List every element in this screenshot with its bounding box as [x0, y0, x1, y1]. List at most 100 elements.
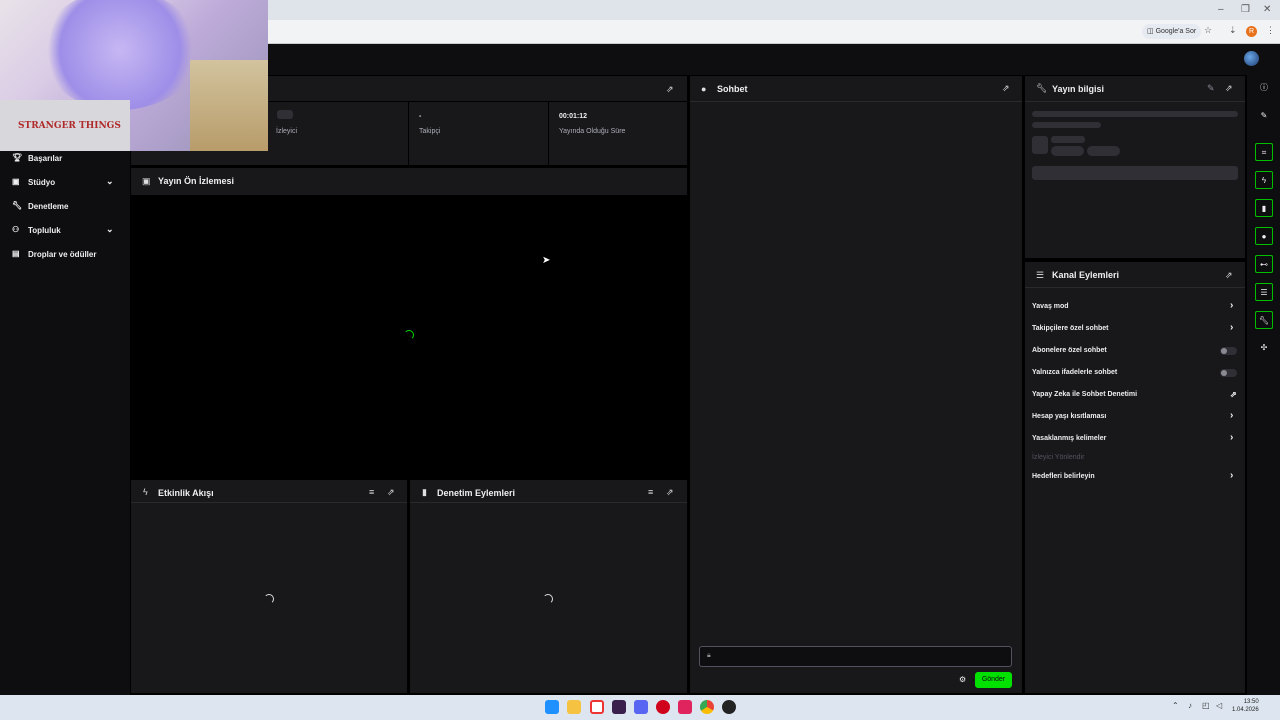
google-ask-button[interactable]: ◫ Google'a Sor	[1142, 24, 1202, 39]
action-label: Yapay Zeka ile Sohbet Denetimi	[1032, 391, 1138, 398]
minimize-icon[interactable]: –	[1218, 4, 1224, 15]
community-icon: ⚇	[12, 225, 20, 234]
microphone-icon[interactable]: ♪	[1188, 701, 1192, 710]
sidebar-item-label: Topluluk	[28, 226, 61, 235]
layers-icon[interactable]: ☰	[1255, 283, 1273, 301]
emote-only-toggle[interactable]	[1220, 369, 1237, 377]
left-sidebar: 🏆︎ Başarılar ▣ Stüdyo ⌄ 🔧︎ Denetleme ⚇ T…	[0, 75, 130, 695]
sidebar-item-label: Stüdyo	[28, 178, 56, 187]
popout-icon[interactable]: ⇗	[1002, 83, 1010, 94]
stream-info-title: Yayın bilgisi	[1052, 84, 1105, 94]
action-account-age[interactable]: Hesap yaşı kısıtlaması ›	[1032, 410, 1242, 424]
stream-info-panel: 🔧︎ Yayın bilgisi ✎ ⇗	[1025, 76, 1245, 258]
menu-icon[interactable]: ⋮	[1266, 25, 1275, 36]
google-ask-label: Google'a Sor	[1155, 28, 1197, 35]
activity-feed-panel: ϟ Etkinlik Akışı ≡ ⇗	[131, 480, 407, 693]
activity-feed-title: Etkinlik Akışı	[158, 488, 214, 498]
clock-time: 13:50	[1243, 699, 1259, 705]
user-avatar[interactable]	[1244, 51, 1259, 66]
chrome-icon[interactable]	[700, 700, 714, 714]
shield-icon[interactable]: ▮	[1255, 199, 1273, 217]
file-explorer-icon[interactable]	[567, 700, 581, 714]
chevron-right-icon: ›	[1230, 410, 1234, 421]
windows-start-icon[interactable]	[545, 700, 559, 714]
edit-pencil-icon[interactable]: ✎	[1207, 83, 1215, 94]
sidebar-item-community[interactable]: ⚇ Topluluk ⌄	[0, 220, 130, 240]
extensions-icon[interactable]: ✣	[1255, 339, 1273, 357]
info-icon[interactable]: ⓘ	[1255, 79, 1273, 97]
trophy-icon: 🏆︎	[12, 153, 23, 162]
info-skeleton-line	[1032, 122, 1101, 128]
chevron-right-icon: ›	[1230, 432, 1234, 443]
chat-icon[interactable]: ●	[1255, 227, 1273, 245]
close-icon[interactable]: ✕	[1263, 4, 1271, 15]
viewers-loading-skeleton	[277, 110, 293, 119]
sidebar-item-studio[interactable]: ▣ Stüdyo ⌄	[0, 172, 130, 192]
discord-icon[interactable]	[634, 700, 648, 714]
webcam-shirt-text: STRANGER THINGS	[18, 121, 121, 131]
filter-icon[interactable]: ≡	[648, 487, 653, 497]
popout-icon[interactable]: ⇗	[1225, 83, 1233, 94]
uptime-label: Yayında Olduğu Süre	[559, 128, 626, 135]
terminal-icon[interactable]	[612, 700, 626, 714]
viewer-redirect-section-label: İzleyici Yönlendir	[1032, 454, 1085, 461]
star-icon[interactable]: ☆	[1204, 25, 1212, 36]
gift-icon: ▤	[12, 249, 20, 258]
chat-input[interactable]: 🔒︎	[699, 646, 1012, 667]
extensions-icon[interactable]: ⇣	[1229, 25, 1237, 36]
action-slow-mode[interactable]: Yavaş mod ›	[1032, 300, 1242, 314]
stream-preview[interactable]: ➤	[131, 195, 687, 478]
loading-spinner	[264, 594, 274, 604]
sidebar-item-drops[interactable]: ▤ Droplar ve ödüller	[0, 244, 130, 264]
action-set-targets[interactable]: Hedefleri belirleyin ›	[1032, 470, 1242, 484]
action-ai-moderation[interactable]: Yapay Zeka ile Sohbet Denetimi ⇗	[1032, 388, 1242, 402]
chat-settings-gear-icon[interactable]: ⚙	[959, 675, 966, 684]
lock-icon: 🔒︎	[707, 652, 711, 659]
layers-icon: ☰	[1036, 270, 1045, 280]
app-icon[interactable]	[678, 700, 692, 714]
broadcast-icon[interactable]: ⊷	[1255, 255, 1273, 273]
volume-icon[interactable]: ◁	[1216, 701, 1222, 710]
edit-pencil-icon[interactable]: ✎	[1255, 107, 1273, 125]
popout-icon[interactable]: ⇗	[1225, 270, 1233, 281]
network-icon[interactable]: ◰	[1202, 701, 1210, 710]
action-banned-words[interactable]: Yasaklanmış kelimeler ›	[1032, 432, 1242, 446]
chat-send-button[interactable]: Gönder	[975, 672, 1012, 688]
stat-followers: - Takipçi	[409, 102, 548, 165]
action-label: Hesap yaşı kısıtlaması	[1032, 413, 1107, 420]
activity-feed-header: ϟ Etkinlik Akışı ≡ ⇗	[131, 480, 407, 503]
wrench-icon[interactable]: 🔧︎	[1255, 311, 1273, 329]
profile-avatar[interactable]: R	[1246, 26, 1257, 37]
webcam-overlay: STRANGER THINGS	[0, 0, 268, 151]
mod-actions-title: Denetim Eylemleri	[437, 488, 516, 498]
app-icon[interactable]	[722, 700, 736, 714]
lightning-icon[interactable]: ϟ	[1255, 171, 1273, 189]
popout-icon[interactable]: ⇗	[387, 487, 395, 498]
wrench-icon: 🔧︎	[12, 201, 23, 210]
filter-icon[interactable]: ≡	[369, 487, 374, 497]
wrench-icon: 🔧︎	[1036, 83, 1048, 93]
clip-icon[interactable]: ⌗	[1255, 143, 1273, 161]
tray-chevron-icon[interactable]: ⌃	[1172, 701, 1179, 710]
obs-icon[interactable]	[656, 700, 670, 714]
channel-actions-header: ☰ Kanal Eylemleri ⇗	[1025, 262, 1245, 288]
webcam-hand-blur	[40, 0, 200, 110]
action-followers-only[interactable]: Takipçilere özel sohbet ›	[1032, 322, 1242, 336]
opera-icon[interactable]	[590, 700, 604, 714]
sidebar-item-label: Denetleme	[28, 202, 69, 211]
preview-icon: ▣	[142, 176, 151, 186]
info-skeleton-line	[1051, 136, 1085, 143]
mod-actions-panel: ▮ Denetim Eylemleri ≡ ⇗	[410, 480, 687, 693]
popout-icon[interactable]: ⇗	[666, 84, 674, 95]
stat-viewers: İzleyici	[269, 102, 408, 165]
chevron-down-icon: ⌄	[106, 224, 114, 234]
sidebar-item-achievements[interactable]: 🏆︎ Başarılar	[0, 148, 130, 168]
taskbar-clock[interactable]: 13:50 1.04.2026	[1232, 698, 1259, 714]
sidebar-item-moderation[interactable]: 🔧︎ Denetleme	[0, 196, 130, 216]
popout-icon[interactable]: ⇗	[666, 487, 674, 498]
subscribers-only-toggle[interactable]	[1220, 347, 1237, 355]
restore-icon[interactable]: ❐	[1241, 4, 1250, 15]
right-action-bar: ⓘ ✎ ⌗ ϟ ▮ ● ⊷ ☰ 🔧︎ ✣	[1247, 75, 1280, 695]
preview-title: Yayın Ön İzlemesi	[158, 176, 235, 186]
external-link-icon: ⇗	[1230, 390, 1237, 399]
